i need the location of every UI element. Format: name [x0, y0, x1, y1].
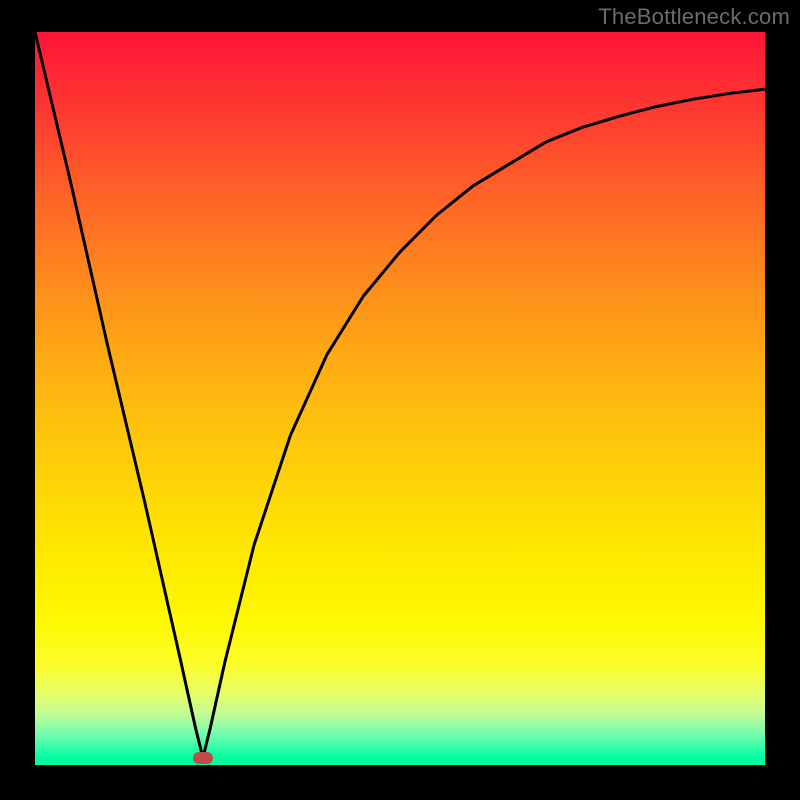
curve-svg [35, 32, 765, 765]
chart-frame: TheBottleneck.com [0, 0, 800, 800]
optimum-marker [193, 752, 213, 764]
watermark-text: TheBottleneck.com [598, 4, 790, 30]
bottleneck-curve [35, 32, 765, 758]
plot-area [35, 32, 765, 765]
